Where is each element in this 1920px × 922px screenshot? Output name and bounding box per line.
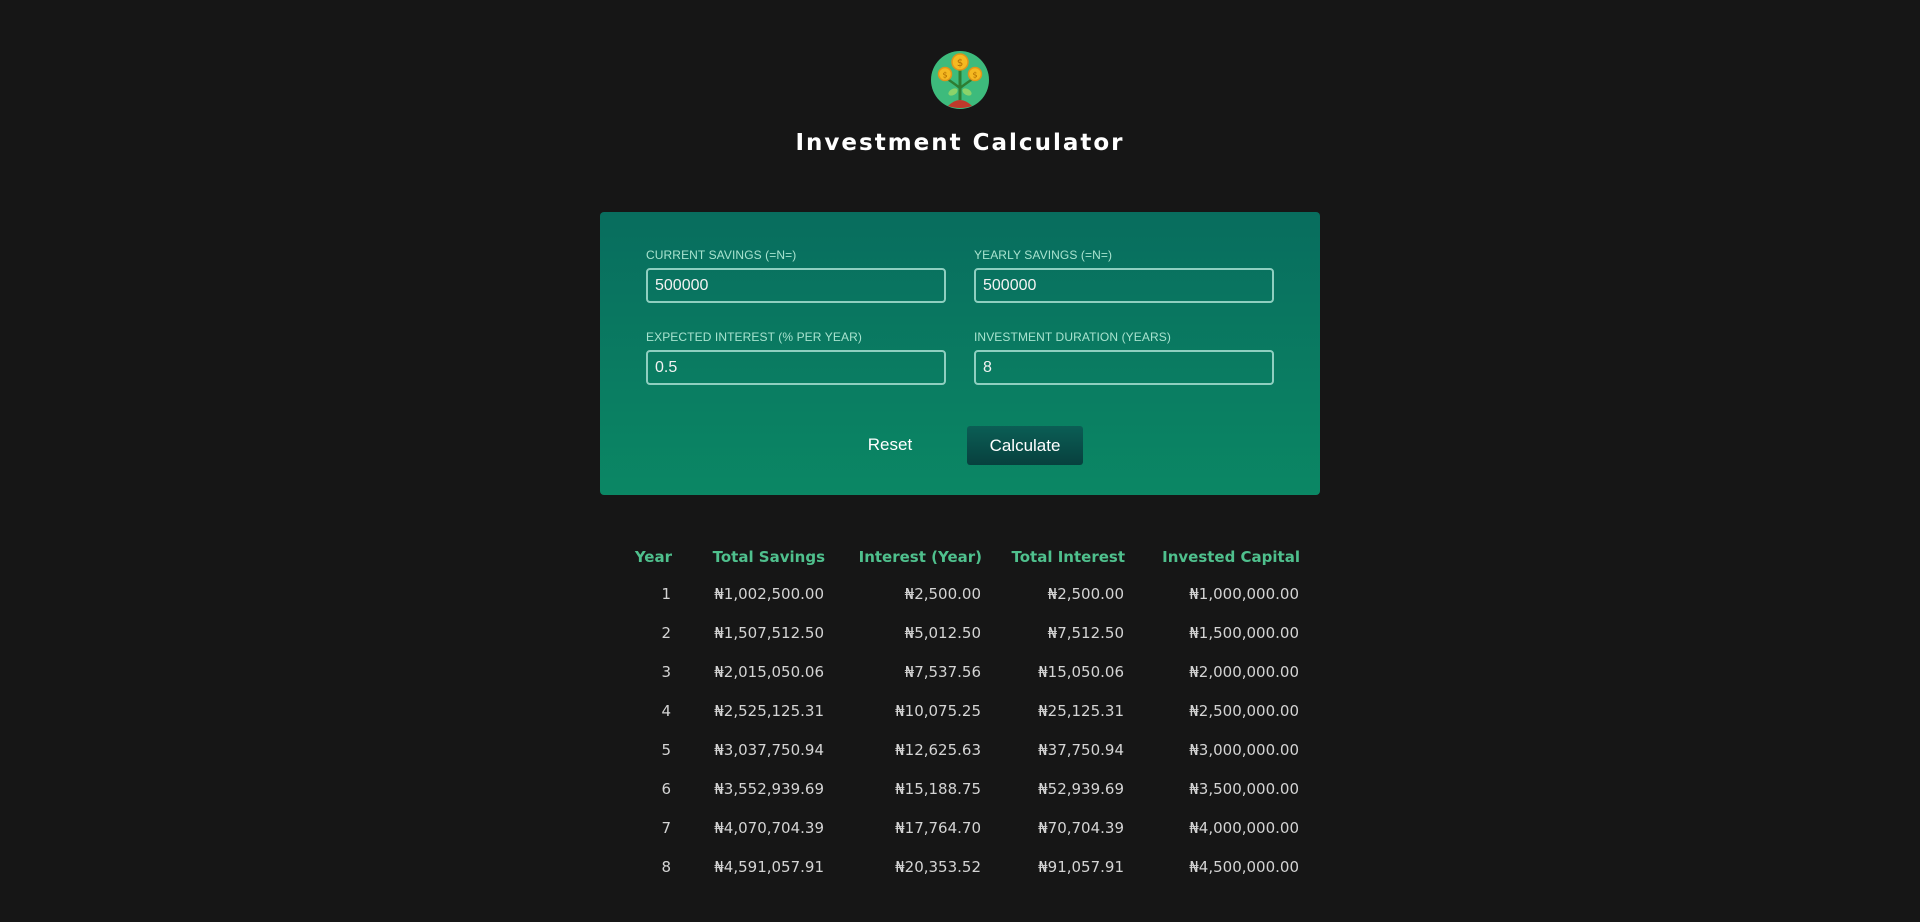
cell-total-savings: ₦3,037,750.94 (714, 740, 824, 759)
table-row: 6 ₦3,552,939.69 ₦15,188.75 ₦52,939.69 ₦3… (620, 769, 1300, 808)
cell-total-savings: ₦1,507,512.50 (714, 623, 824, 642)
cell-total-interest: ₦15,050.06 (1038, 662, 1124, 681)
cell-interest-year: ₦7,537.56 (904, 662, 981, 681)
page-title: Investment Calculator (795, 130, 1125, 156)
investment-duration-input[interactable] (974, 350, 1274, 385)
cell-total-savings: ₦4,591,057.91 (714, 857, 824, 876)
svg-text:$: $ (957, 58, 963, 69)
cell-invested-capital: ₦2,000,000.00 (1189, 662, 1299, 681)
calculate-button[interactable]: Calculate (967, 426, 1083, 465)
page: $ $ $ Investment Calculator CURRENT SAVI… (0, 0, 1920, 922)
reset-button[interactable]: Reset (840, 426, 940, 464)
cell-invested-capital: ₦1,000,000.00 (1189, 584, 1299, 603)
money-plant-icon: $ $ $ (930, 50, 990, 110)
yearly-savings-group: YEARLY SAVINGS (=N=) (974, 248, 1274, 303)
current-savings-label: CURRENT SAVINGS (=N=) (646, 248, 797, 262)
cell-total-interest: ₦52,939.69 (1038, 779, 1124, 798)
cell-year: 5 (661, 740, 671, 759)
investment-duration-label: INVESTMENT DURATION (YEARS) (974, 330, 1171, 344)
cell-total-interest: ₦2,500.00 (1047, 584, 1124, 603)
table-row: 4 ₦2,525,125.31 ₦10,075.25 ₦25,125.31 ₦2… (620, 691, 1300, 730)
cell-interest-year: ₦15,188.75 (895, 779, 981, 798)
column-header-total-interest: Total Interest (1011, 548, 1125, 566)
cell-year: 2 (661, 623, 671, 642)
cell-invested-capital: ₦3,000,000.00 (1189, 740, 1299, 759)
cell-year: 4 (661, 701, 671, 720)
cell-year: 1 (661, 584, 671, 603)
cell-year: 6 (661, 779, 671, 798)
cell-invested-capital: ₦2,500,000.00 (1189, 701, 1299, 720)
cell-total-savings: ₦4,070,704.39 (714, 818, 824, 837)
svg-text:$: $ (942, 71, 947, 80)
cell-interest-year: ₦2,500.00 (904, 584, 981, 603)
cell-invested-capital: ₦1,500,000.00 (1189, 623, 1299, 642)
yearly-savings-input[interactable] (974, 268, 1274, 303)
current-savings-group: CURRENT SAVINGS (=N=) (646, 248, 946, 303)
table-row: 8 ₦4,591,057.91 ₦20,353.52 ₦91,057.91 ₦4… (620, 847, 1300, 886)
cell-total-savings: ₦1,002,500.00 (714, 584, 824, 603)
cell-total-interest: ₦91,057.91 (1038, 857, 1124, 876)
cell-invested-capital: ₦4,000,000.00 (1189, 818, 1299, 837)
column-header-interest-year: Interest (Year) (858, 548, 982, 566)
cell-invested-capital: ₦3,500,000.00 (1189, 779, 1299, 798)
cell-interest-year: ₦10,075.25 (895, 701, 981, 720)
current-savings-input[interactable] (646, 268, 946, 303)
cell-total-interest: ₦37,750.94 (1038, 740, 1124, 759)
table-row: 5 ₦3,037,750.94 ₦12,625.63 ₦37,750.94 ₦3… (620, 730, 1300, 769)
cell-invested-capital: ₦4,500,000.00 (1189, 857, 1299, 876)
cell-total-interest: ₦7,512.50 (1047, 623, 1124, 642)
cell-interest-year: ₦20,353.52 (895, 857, 981, 876)
cell-interest-year: ₦17,764.70 (895, 818, 981, 837)
results-header-row: Year Total Savings Interest (Year) Total… (620, 540, 1300, 574)
column-header-year: Year (634, 548, 672, 566)
column-header-total-savings: Total Savings (712, 548, 825, 566)
table-row: 2 ₦1,507,512.50 ₦5,012.50 ₦7,512.50 ₦1,5… (620, 613, 1300, 652)
cell-total-savings: ₦3,552,939.69 (714, 779, 824, 798)
cell-year: 8 (661, 857, 671, 876)
table-row: 3 ₦2,015,050.06 ₦7,537.56 ₦15,050.06 ₦2,… (620, 652, 1300, 691)
table-row: 1 ₦1,002,500.00 ₦2,500.00 ₦2,500.00 ₦1,0… (620, 574, 1300, 613)
cell-interest-year: ₦12,625.63 (895, 740, 981, 759)
cell-year: 3 (661, 662, 671, 681)
investment-duration-group: INVESTMENT DURATION (YEARS) (974, 330, 1274, 385)
cell-interest-year: ₦5,012.50 (904, 623, 981, 642)
cell-total-interest: ₦70,704.39 (1038, 818, 1124, 837)
svg-text:$: $ (972, 71, 977, 80)
results-table: Year Total Savings Interest (Year) Total… (620, 540, 1300, 886)
column-header-invested-capital: Invested Capital (1162, 548, 1300, 566)
input-form-panel: CURRENT SAVINGS (=N=) YEARLY SAVINGS (=N… (600, 212, 1320, 495)
table-row: 7 ₦4,070,704.39 ₦17,764.70 ₦70,704.39 ₦4… (620, 808, 1300, 847)
expected-interest-label: EXPECTED INTEREST (% PER YEAR) (646, 330, 862, 344)
yearly-savings-label: YEARLY SAVINGS (=N=) (974, 248, 1113, 262)
expected-interest-group: EXPECTED INTEREST (% PER YEAR) (646, 330, 946, 385)
cell-total-savings: ₦2,015,050.06 (714, 662, 824, 681)
cell-total-savings: ₦2,525,125.31 (714, 701, 824, 720)
expected-interest-input[interactable] (646, 350, 946, 385)
cell-total-interest: ₦25,125.31 (1038, 701, 1124, 720)
cell-year: 7 (661, 818, 671, 837)
